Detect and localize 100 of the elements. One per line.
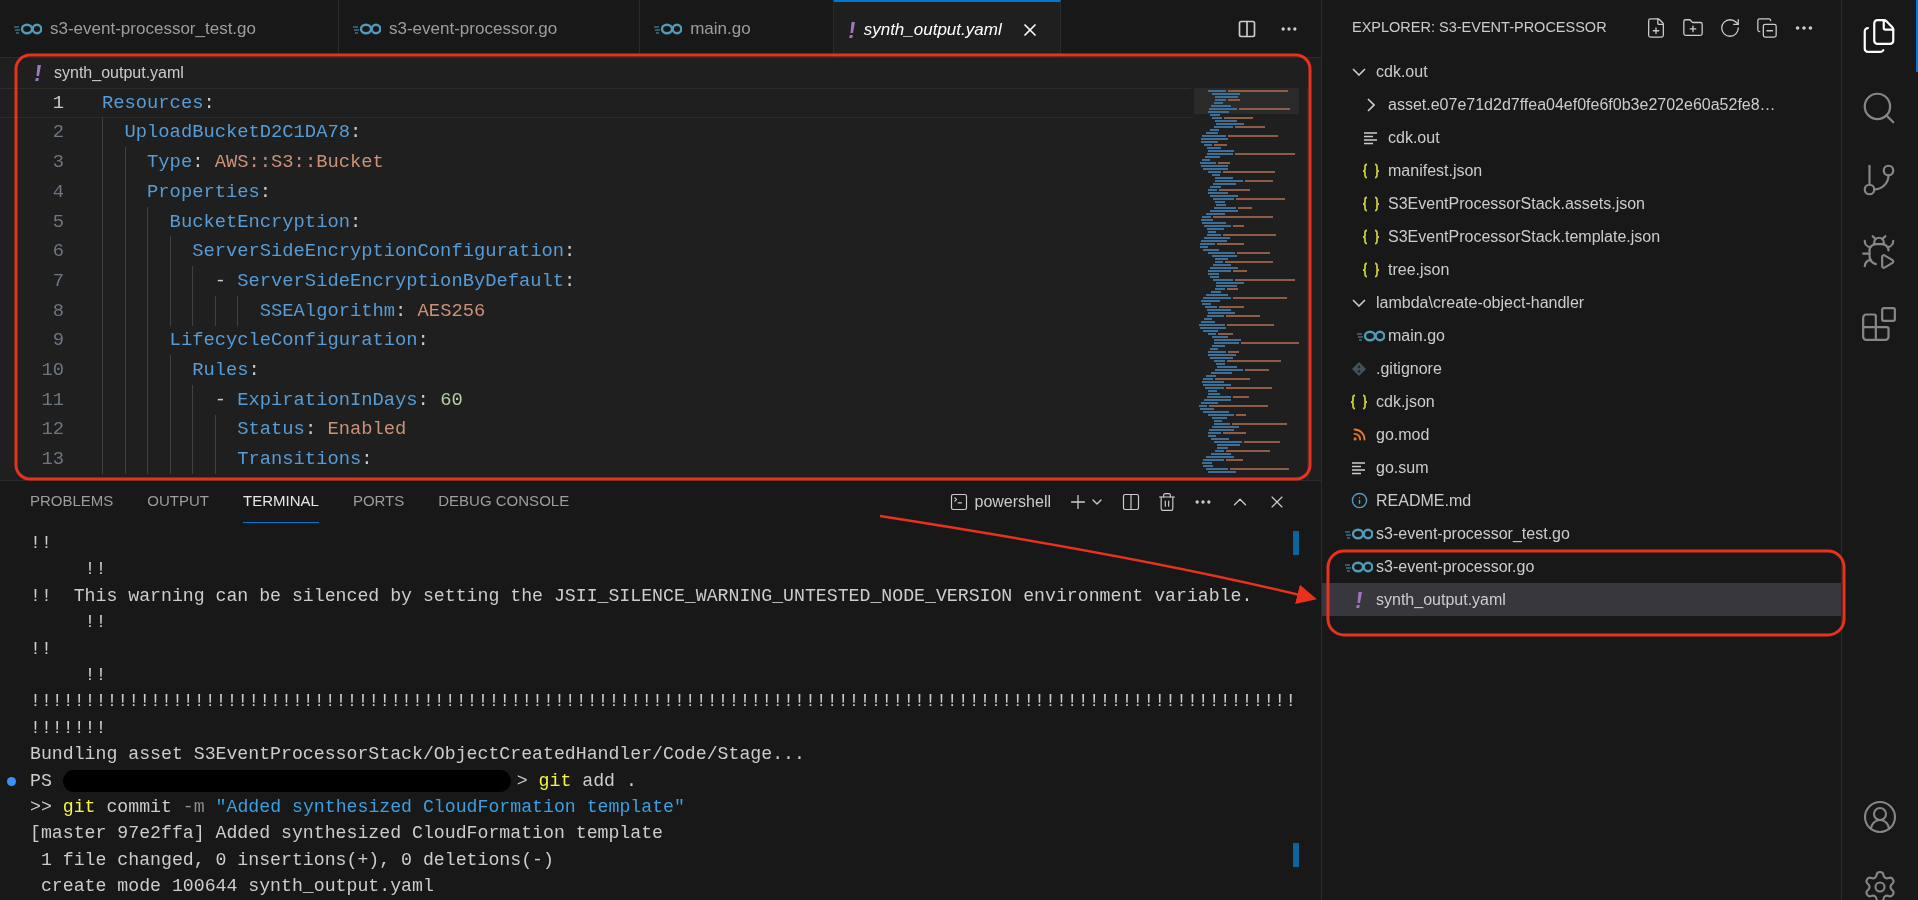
code-line: UploadBucketD2C1DA78: <box>123 120 362 146</box>
tree-item[interactable]: synth_output.yaml <box>1322 583 1841 616</box>
scroll-marker <box>1293 842 1299 867</box>
code-line: LifecycleConfiguration: <box>168 328 429 354</box>
go-file-icon <box>353 22 381 35</box>
file-name: tree.json <box>1388 259 1450 280</box>
lines-icon <box>1363 130 1379 145</box>
terminal-line: !! <box>30 637 52 661</box>
code-line: - ServerSideEncryptionByDefault: <box>213 268 576 294</box>
terminal-line: !! <box>83 611 107 635</box>
tree-item[interactable]: tree.json <box>1322 253 1841 286</box>
terminal-line: !! <box>83 664 107 688</box>
line-number: 13 <box>40 447 64 472</box>
code-line: Resources: <box>102 90 215 116</box>
tree-item[interactable]: .gitignore <box>1322 352 1841 385</box>
feed-icon <box>1351 427 1367 442</box>
terminal-line: 1 file changed, 0 insertions(+), 0 deletions(-) <box>39 848 554 872</box>
split-terminal-icon[interactable] <box>1121 491 1141 512</box>
line-number: 4 <box>51 179 64 205</box>
terminal-line: > git add . <box>516 769 637 793</box>
line-number: 3 <box>51 150 64 176</box>
split-editor-icon[interactable] <box>1237 18 1257 39</box>
scroll-marker <box>1293 530 1299 555</box>
tree-item[interactable]: go.sum <box>1322 451 1841 484</box>
braces-icon <box>1362 162 1380 179</box>
exclamation-icon <box>847 20 856 39</box>
terminal-line: [master 97e2ffa] Added synthesized CloudFormation template <box>30 822 664 846</box>
terminal-line: !! This warning can be silenced by setting the JSII_SILENCE_WARNING_UNTESTED_NODE_VERSION environment variable. <box>30 584 1253 608</box>
diamond-icon <box>1351 360 1367 377</box>
file-name: S3EventProcessorStack.template.json <box>1388 226 1661 247</box>
terminal-icon <box>948 491 969 512</box>
settings-icon[interactable] <box>1862 869 1898 900</box>
panel-tab[interactable]: OUTPUT <box>147 480 210 523</box>
panel-tab[interactable]: DEBUG CONSOLE <box>438 480 570 523</box>
tree-item[interactable]: manifest.json <box>1322 154 1841 187</box>
line-number: 11 <box>40 387 64 413</box>
editor-tab[interactable]: s3-event-processor_test.go <box>0 0 339 57</box>
panel-tab[interactable]: PROBLEMS <box>30 480 114 523</box>
tree-item[interactable]: asset.e07e71d2d7ffea04ef0fe6f0b3e2702e60a52fe8… <box>1322 88 1841 121</box>
tree-item[interactable]: s3-event-processor_test.go <box>1322 517 1841 550</box>
terminal-line: !! <box>83 558 107 582</box>
collapse-icon[interactable] <box>1756 16 1778 39</box>
file-name: asset.e07e71d2d7ffea04ef0fe6f0b3e2702e60a52fe8… <box>1388 94 1776 115</box>
terminal-line: !!!!!!! <box>30 716 107 740</box>
terminal-line: Bundling asset S3EventProcessorStack/ObjectCreatedHandler/Code/Stage... <box>30 743 805 767</box>
terminal-line: !! <box>30 532 52 556</box>
go-file-icon <box>1345 527 1373 540</box>
terminal-line: create mode 100644 synth_output.yaml <box>39 875 434 899</box>
tree-item[interactable]: go.mod <box>1322 418 1841 451</box>
editor-tab[interactable]: main.go <box>640 0 834 57</box>
new-file-icon[interactable] <box>1645 16 1667 39</box>
go-file-icon <box>1357 329 1385 342</box>
line-number: 10 <box>40 357 64 383</box>
file-name: lambda\create-object-handler <box>1376 292 1585 313</box>
tab-label: s3-event-processor_test.go <box>50 17 256 40</box>
file-name: go.sum <box>1376 457 1429 478</box>
file-name: cdk.out <box>1376 61 1428 82</box>
tab-label: s3-event-processor.go <box>389 17 558 40</box>
braces-icon <box>1362 195 1380 212</box>
code-line: - ExpirationInDays: 60 <box>213 387 463 413</box>
explorer-title: EXPLORER: S3-EVENT-PROCESSOR <box>1352 17 1607 37</box>
panel-tab[interactable]: TERMINAL <box>243 480 319 523</box>
line-number: 7 <box>51 268 64 294</box>
tree-item[interactable]: S3EventProcessorStack.assets.json <box>1322 187 1841 220</box>
tree-item[interactable]: S3EventProcessorStack.template.json <box>1322 220 1841 253</box>
file-name: synth_output.yaml <box>1376 589 1506 610</box>
tab-label: main.go <box>690 17 751 40</box>
breadcrumb[interactable]: synth_output.yaml <box>54 61 184 85</box>
lines-icon <box>1351 460 1367 475</box>
editor-tab[interactable]: synth_output.yaml <box>833 0 1061 57</box>
tree-item[interactable]: cdk.json <box>1322 385 1841 418</box>
tree-item[interactable]: s3-event-processor.go <box>1322 550 1841 583</box>
new-folder-icon[interactable] <box>1682 16 1704 39</box>
tree-item[interactable]: cdk.out <box>1322 55 1841 88</box>
line-number: 6 <box>51 239 64 265</box>
panel-tab[interactable]: PORTS <box>352 480 405 523</box>
account-icon[interactable] <box>1862 799 1898 835</box>
line-number: 12 <box>40 417 64 443</box>
line-number: 9 <box>51 328 64 354</box>
terminal-line: PS <box>30 769 53 793</box>
line-number: 1 <box>51 90 64 116</box>
refresh-icon[interactable] <box>1719 16 1741 39</box>
file-name: README.md <box>1376 490 1472 511</box>
extensions-icon[interactable] <box>1860 305 1898 343</box>
code-line: Status: Enabled <box>236 417 407 443</box>
code-line: BucketEncryption: <box>168 209 362 235</box>
code-line: Properties: <box>146 179 272 205</box>
file-name: .gitignore <box>1376 358 1442 379</box>
tree-item[interactable]: main.go <box>1322 319 1841 352</box>
tree-item[interactable]: lambda\create-object-handler <box>1322 286 1841 319</box>
go-file-icon <box>1345 560 1373 573</box>
tree-item[interactable]: README.md <box>1322 484 1841 517</box>
code-line: Type: AWS::S3::Bucket <box>146 150 384 176</box>
file-name: main.go <box>1388 325 1445 346</box>
trash-icon[interactable] <box>1157 491 1177 512</box>
code-line: Rules: <box>191 357 260 383</box>
tree-item[interactable]: cdk.out <box>1322 121 1841 154</box>
code-line: SSEAlgorithm: AES256 <box>258 298 486 324</box>
terminal-selector[interactable]: powershell <box>948 489 1051 514</box>
editor-tab[interactable]: s3-event-processor.go <box>339 0 641 57</box>
